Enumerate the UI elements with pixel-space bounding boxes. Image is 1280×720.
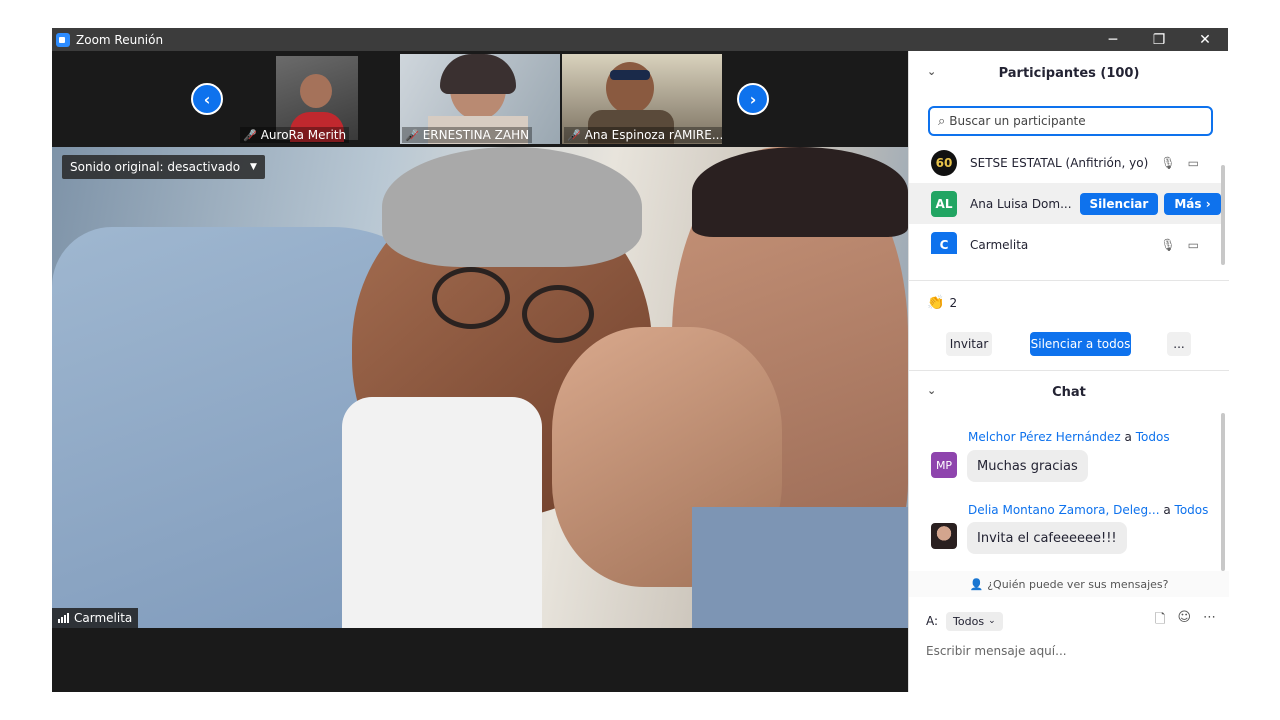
avatar: 60	[931, 149, 957, 176]
sender-name[interactable]: Delia Montano Zamora, Deleg...	[968, 503, 1160, 517]
minimize-button[interactable]: ─	[1090, 28, 1136, 51]
mic-muted-icon: 🎤̸	[405, 128, 419, 142]
mute-participant-button[interactable]: Silenciar	[1079, 192, 1159, 215]
more-button[interactable]: ...	[1167, 332, 1191, 356]
participant-row[interactable]: C Carmelita 🎙 ▭	[909, 224, 1221, 254]
chat-message: Muchas gracias	[967, 450, 1088, 482]
sender-name[interactable]: Melchor Pérez Hernández	[968, 430, 1121, 444]
mic-muted-icon: 🎤̸	[243, 128, 257, 142]
side-panel: ⌄ Participantes (100) ⌕ Buscar un partic…	[908, 51, 1229, 692]
file-icon[interactable]: 🗋	[1155, 610, 1165, 632]
mic-muted-icon: 🎤̸	[567, 128, 581, 142]
video-camera-icon[interactable]: ▭	[1188, 238, 1199, 252]
recipient-name[interactable]: Todos	[1136, 430, 1170, 444]
recipient-name[interactable]: Todos	[1175, 503, 1209, 517]
recipient-row: A: Todos ⌄ 🗋 ☺ ⋯	[926, 609, 1216, 633]
thumbnail-label: 🎤̸ Ana Espinoza rAMIRE...	[564, 127, 722, 143]
original-sound-toggle[interactable]: Sonido original: desactivado ▼	[62, 155, 265, 179]
next-page-button[interactable]: ›	[737, 83, 769, 115]
zoom-logo-icon	[56, 32, 70, 47]
mute-all-button[interactable]: Silenciar a todos	[1030, 332, 1131, 356]
emoji-icon[interactable]: ☺	[1177, 610, 1191, 632]
participant-actions: Invitar Silenciar a todos ...	[909, 332, 1229, 356]
avatar: C	[931, 231, 957, 254]
participant-name: Ana Luisa Dom...	[970, 196, 1072, 211]
thumbnail-label: 🎤̸ AuroRa Merith	[240, 127, 350, 143]
participant-row[interactable]: AL Ana Luisa Dom... Silenciar Más ›	[909, 183, 1221, 224]
recipient-select[interactable]: Todos ⌄	[946, 611, 1003, 631]
avatar	[931, 523, 957, 549]
participant-row[interactable]: 60 SETSE ESTATAL (Anfitrión, yo) 🎙 ▭	[909, 142, 1221, 183]
thumbnail-strip: ‹ 🎤̸ AuroRa Merith 🎤̸ ERNESTINA ZAHN 🎤̸ …	[52, 51, 908, 147]
user-info-icon: 👤	[969, 577, 984, 591]
avatar: AL	[931, 190, 957, 217]
microphone-icon[interactable]: 🎙	[1160, 156, 1175, 170]
close-button[interactable]: ✕	[1182, 28, 1228, 51]
prev-page-button[interactable]: ‹	[191, 83, 223, 115]
participant-thumbnail[interactable]: 🎤̸ Ana Espinoza rAMIRE...	[562, 54, 722, 144]
chat-message: Invita el cafeeeeee!!!	[967, 522, 1127, 554]
caret-down-icon: ▼	[250, 162, 257, 172]
participant-name: Carmelita	[970, 237, 1029, 252]
chevron-right-icon: ›	[749, 89, 757, 109]
clapping-hands-icon: 👏	[927, 295, 945, 311]
reaction-count: 👏 2	[927, 295, 958, 311]
window-title: Zoom Reunión	[76, 32, 164, 47]
participant-name: SETSE ESTATAL (Anfitrión, yo)	[970, 155, 1149, 170]
window-controls: ─ ❐ ✕	[1090, 28, 1228, 51]
video-camera-icon[interactable]: ▭	[1188, 156, 1199, 170]
restore-button[interactable]: ❐	[1136, 28, 1182, 51]
participants-header: ⌄ Participantes (100)	[927, 65, 1140, 81]
chat-message-input[interactable]: Escribir mensaje aquí...	[926, 639, 1216, 663]
chevron-down-icon[interactable]: ⌄	[927, 65, 936, 78]
participant-search-input[interactable]: ⌕ Buscar un participante	[928, 106, 1213, 136]
speaker-name-tag: Carmelita	[52, 608, 139, 628]
active-speaker-video[interactable]: Sonido original: desactivado ▼ Carmelita	[52, 147, 908, 628]
chat-scrollbar[interactable]	[1221, 413, 1225, 571]
more-options-button[interactable]: Más ›	[1164, 192, 1221, 215]
divider	[909, 280, 1229, 281]
message-meta: Melchor Pérez Hernández a Todos	[968, 430, 1170, 444]
more-icon[interactable]: ⋯	[1203, 610, 1216, 632]
invite-button[interactable]: Invitar	[946, 332, 992, 356]
signal-strength-icon	[58, 613, 69, 623]
participant-thumbnail[interactable]: 🎤̸ ERNESTINA ZAHN	[400, 54, 560, 144]
search-icon: ⌕	[938, 113, 946, 129]
chevron-down-icon[interactable]: ⌄	[927, 384, 936, 397]
avatar: MP	[931, 452, 957, 478]
zoom-window: Zoom Reunión ─ ❐ ✕ ‹ 🎤̸ AuroRa Merith 🎤̸…	[52, 28, 1229, 692]
who-can-see-link[interactable]: 👤 ¿Quién puede ver sus mensajes?	[909, 571, 1229, 597]
title-bar: Zoom Reunión ─ ❐ ✕	[52, 28, 1228, 51]
participant-thumbnail[interactable]: 🎤̸ AuroRa Merith	[238, 54, 398, 144]
participant-scrollbar[interactable]	[1220, 165, 1226, 273]
chevron-down-icon: ⌄	[988, 616, 996, 626]
thumbnail-label: 🎤̸ ERNESTINA ZAHN	[402, 127, 533, 143]
participant-list: 60 SETSE ESTATAL (Anfitrión, yo) 🎙 ▭ AL …	[909, 142, 1221, 254]
chevron-left-icon: ‹	[203, 89, 211, 109]
video-area: ‹ 🎤̸ AuroRa Merith 🎤̸ ERNESTINA ZAHN 🎤̸ …	[52, 51, 908, 692]
video-feed	[52, 147, 908, 628]
message-meta: Delia Montano Zamora, Deleg... a Todos	[968, 503, 1209, 517]
chat-header: ⌄ Chat	[927, 384, 1086, 400]
microphone-icon[interactable]: 🎙	[1160, 238, 1175, 252]
